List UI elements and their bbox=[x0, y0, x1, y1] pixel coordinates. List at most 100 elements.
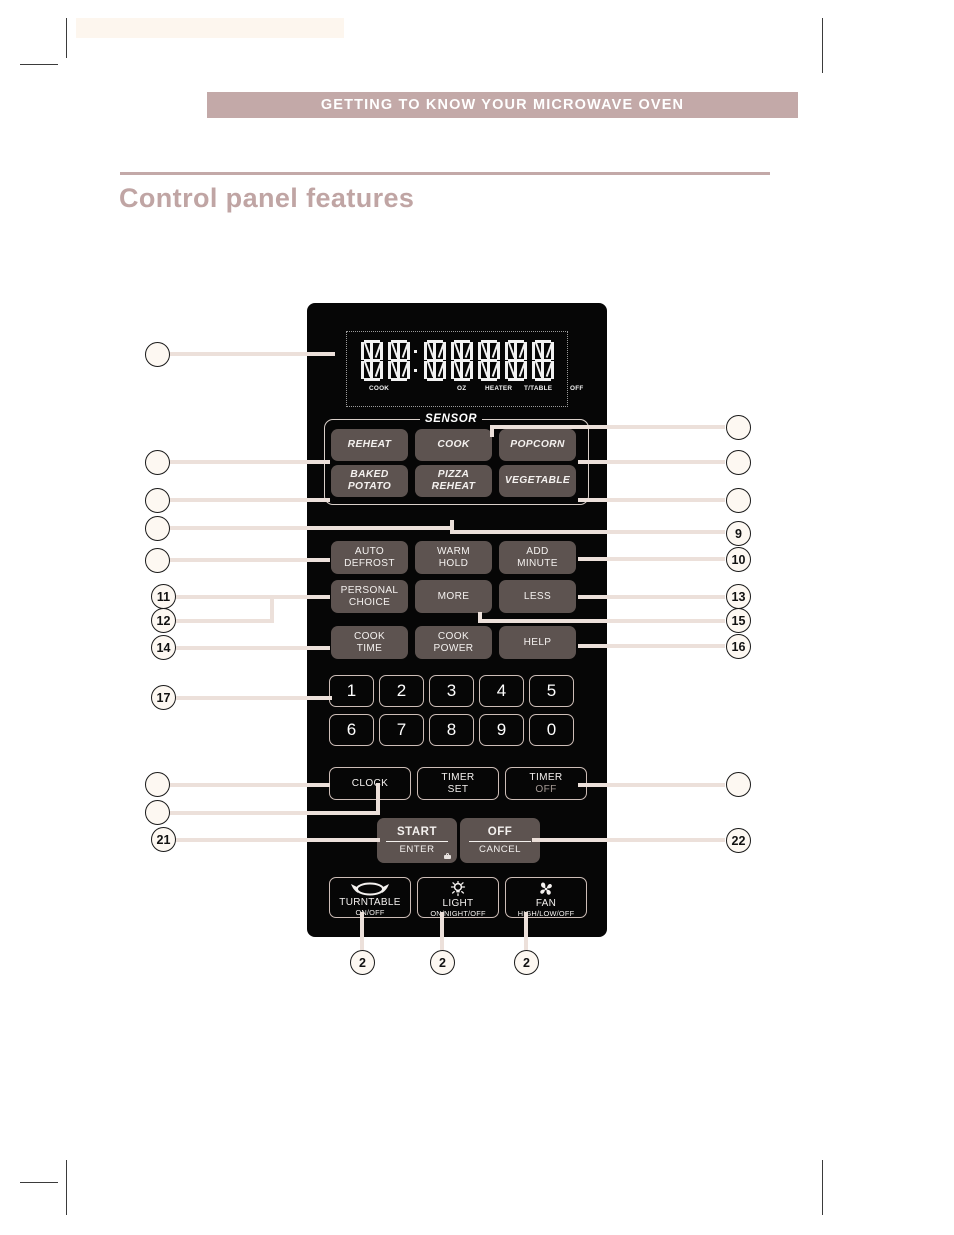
button-label: VEGETABLE bbox=[504, 475, 571, 487]
leader-line bbox=[170, 460, 330, 464]
leader-line bbox=[176, 696, 332, 700]
button-label-2: SET bbox=[447, 783, 469, 795]
button-label: 6 bbox=[346, 720, 357, 740]
callout-number: 16 bbox=[731, 639, 746, 654]
button-off-cancel[interactable]: OFF CANCEL bbox=[460, 818, 540, 863]
callout-marker-2: 2 bbox=[430, 950, 455, 975]
button-label: ADD bbox=[526, 545, 549, 557]
button-fan[interactable]: FAN HIGH/LOW/OFF bbox=[505, 877, 587, 918]
button-cook-time[interactable]: COOK TIME bbox=[331, 626, 408, 659]
callout-marker bbox=[726, 450, 751, 475]
leader-line bbox=[478, 619, 725, 623]
button-label: CLOCK bbox=[351, 777, 389, 789]
button-label-2: DEFROST bbox=[344, 557, 395, 569]
fan-icon bbox=[535, 881, 557, 897]
button-label: LESS bbox=[523, 590, 552, 602]
button-label: LIGHT bbox=[442, 898, 474, 909]
button-start-enter[interactable]: START ENTER bbox=[377, 818, 457, 863]
button-more[interactable]: MORE bbox=[415, 580, 492, 613]
leader-line bbox=[170, 498, 330, 502]
leader-line bbox=[578, 644, 725, 648]
button-label: REHEAT bbox=[347, 439, 392, 451]
button-label: 5 bbox=[546, 681, 557, 701]
numpad-button-0[interactable]: 0 bbox=[529, 714, 574, 746]
button-label: TIMER bbox=[441, 771, 475, 783]
sensor-button-popcorn[interactable]: POPCORN bbox=[499, 429, 576, 461]
registration-mark-right bbox=[833, 597, 867, 631]
numpad-button-3[interactable]: 3 bbox=[429, 675, 474, 707]
button-cook-power[interactable]: COOK POWER bbox=[415, 626, 492, 659]
callout-marker-2: 2 bbox=[350, 950, 375, 975]
leader-line bbox=[170, 811, 380, 815]
display-digit bbox=[531, 340, 554, 382]
sensor-button-baked-potato[interactable]: BAKED POTATO bbox=[331, 465, 408, 497]
callout-marker-2: 2 bbox=[514, 950, 539, 975]
button-label: COOK bbox=[437, 630, 470, 642]
callout-marker-9: 9 bbox=[726, 521, 751, 546]
numpad-button-8[interactable]: 8 bbox=[429, 714, 474, 746]
button-help[interactable]: HELP bbox=[499, 626, 576, 659]
button-less[interactable]: LESS bbox=[499, 580, 576, 613]
button-label: HELP bbox=[523, 636, 552, 648]
leader-line bbox=[578, 783, 725, 787]
button-label: AUTO bbox=[354, 545, 385, 557]
numpad-button-1[interactable]: 1 bbox=[329, 675, 374, 707]
leader-line bbox=[170, 558, 330, 562]
callout-marker bbox=[145, 800, 170, 825]
display-label: OZ bbox=[457, 385, 467, 392]
button-label: BAKED bbox=[350, 469, 389, 481]
sensor-button-pizza-reheat[interactable]: PIZZA REHEAT bbox=[415, 465, 492, 497]
numpad-button-2[interactable]: 2 bbox=[379, 675, 424, 707]
callout-marker bbox=[145, 488, 170, 513]
crop-mark-bottom-left-v bbox=[66, 1160, 68, 1215]
callout-marker-21: 21 bbox=[151, 827, 176, 852]
crop-mark-bottom-left-h bbox=[20, 1182, 58, 1184]
button-label: TURNTABLE bbox=[339, 897, 401, 908]
button-label-2: TIME bbox=[356, 642, 383, 654]
display-digit bbox=[504, 340, 527, 382]
lock-icon bbox=[444, 853, 451, 859]
callout-number: 12 bbox=[156, 613, 171, 628]
numpad-button-4[interactable]: 4 bbox=[479, 675, 524, 707]
display-label: T/TABLE bbox=[524, 385, 553, 392]
callout-number: 13 bbox=[731, 589, 746, 604]
leader-line bbox=[170, 783, 330, 787]
button-label: COOK bbox=[437, 439, 470, 451]
leader-line-vertical bbox=[270, 596, 274, 620]
button-auto-defrost[interactable]: AUTO DEFROST bbox=[331, 541, 408, 574]
leader-line bbox=[578, 460, 725, 464]
callout-marker-13: 13 bbox=[726, 584, 751, 609]
button-label: 9 bbox=[496, 720, 507, 740]
display-digit bbox=[477, 340, 500, 382]
display-digits bbox=[347, 340, 567, 384]
leader-line bbox=[490, 425, 725, 429]
button-personal-choice[interactable]: PERSONAL CHOICE bbox=[331, 580, 408, 613]
sensor-button-reheat[interactable]: REHEAT bbox=[331, 429, 408, 461]
callout-marker bbox=[145, 772, 170, 797]
button-turntable[interactable]: TURNTABLE ON/OFF bbox=[329, 877, 411, 918]
leader-line bbox=[532, 838, 725, 842]
numpad-button-7[interactable]: 7 bbox=[379, 714, 424, 746]
button-add-minute[interactable]: ADD MINUTE bbox=[499, 541, 576, 574]
button-label: 7 bbox=[396, 720, 407, 740]
crop-mark-top-left-v bbox=[66, 18, 68, 58]
leader-line-vertical bbox=[490, 425, 494, 437]
callout-marker-14: 14 bbox=[151, 635, 176, 660]
numpad-button-6[interactable]: 6 bbox=[329, 714, 374, 746]
numpad-button-5[interactable]: 5 bbox=[529, 675, 574, 707]
sensor-button-vegetable[interactable]: VEGETABLE bbox=[499, 465, 576, 497]
button-label-2: MINUTE bbox=[517, 557, 558, 569]
callout-number: 15 bbox=[731, 613, 746, 628]
button-clock[interactable]: CLOCK bbox=[329, 767, 411, 800]
off-divider bbox=[469, 840, 531, 843]
title-rule bbox=[120, 172, 770, 175]
button-label: 3 bbox=[446, 681, 457, 701]
sensor-button-cook[interactable]: COOK bbox=[415, 429, 492, 461]
button-warm-hold[interactable]: WARM HOLD bbox=[415, 541, 492, 574]
button-timer-off[interactable]: TIMER OFF bbox=[505, 767, 587, 800]
button-label: FAN bbox=[535, 898, 557, 909]
button-light[interactable]: LIGHT ON/NIGHT/OFF bbox=[417, 877, 499, 918]
button-timer-set[interactable]: TIMER SET bbox=[417, 767, 499, 800]
numpad-button-9[interactable]: 9 bbox=[479, 714, 524, 746]
callout-number: 17 bbox=[156, 690, 171, 705]
